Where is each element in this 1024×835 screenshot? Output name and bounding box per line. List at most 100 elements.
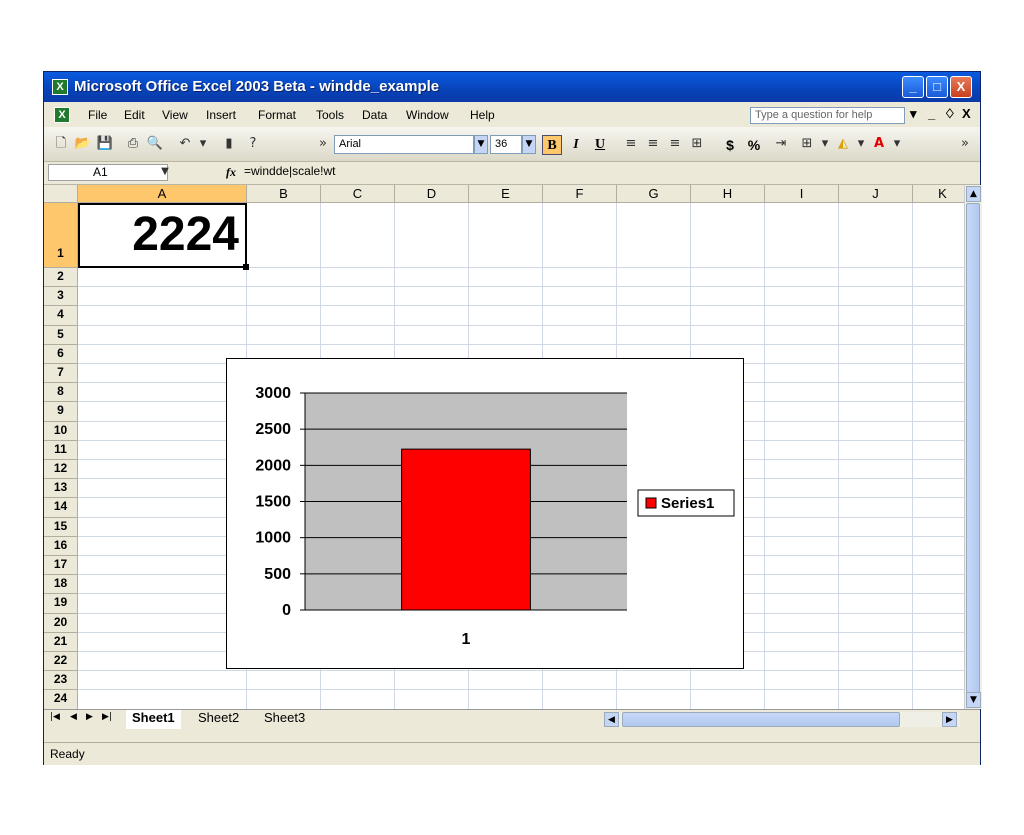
name-box-dropdown-icon[interactable]: ▼ (156, 163, 174, 181)
row-header-22[interactable]: 22 (44, 652, 78, 672)
row-header-9[interactable]: 9 (44, 402, 78, 422)
name-box[interactable]: A1 (48, 164, 168, 181)
embedded-chart[interactable]: 0 500 1000 1500 2000 2500 3000 1 Series1 (226, 358, 744, 669)
column-header-g[interactable]: G (617, 185, 691, 203)
open-folder-icon[interactable]: 📂 (74, 135, 92, 153)
currency-button[interactable]: $ (720, 135, 740, 155)
menu-insert[interactable]: Insert (206, 108, 236, 122)
row-header-18[interactable]: 18 (44, 575, 78, 595)
column-header-c[interactable]: C (321, 185, 395, 203)
fill-color-dropdown-icon[interactable]: ▾ (852, 135, 870, 153)
align-center-icon[interactable]: ≡ (644, 135, 662, 153)
row-header-8[interactable]: 8 (44, 383, 78, 403)
merge-center-icon[interactable]: ⊞ (688, 135, 706, 153)
vertical-scrollbar[interactable]: ▲ ▼ (964, 185, 982, 709)
workbook-icon[interactable]: X (54, 107, 70, 123)
title-bar[interactable]: X Microsoft Office Excel 2003 Beta - win… (44, 72, 980, 102)
row-header-13[interactable]: 13 (44, 479, 78, 499)
menu-help[interactable]: Help (470, 108, 495, 122)
active-cell-a1[interactable]: 2224 (78, 203, 247, 268)
fill-color-icon[interactable]: ◭ (834, 135, 852, 153)
row-header-10[interactable]: 10 (44, 421, 78, 441)
row-header-4[interactable]: 4 (44, 306, 78, 326)
row-header-3[interactable]: 3 (44, 287, 78, 307)
increase-indent-icon[interactable]: ⇥ (772, 135, 790, 153)
close-button[interactable]: X (950, 76, 972, 98)
tab-sheet2[interactable]: Sheet2 (192, 710, 245, 727)
font-size-dropdown-icon[interactable]: ▼ (522, 135, 536, 154)
menu-view[interactable]: View (162, 108, 188, 122)
row-header-16[interactable]: 16 (44, 536, 78, 556)
menu-window[interactable]: Window (406, 108, 449, 122)
menu-format[interactable]: Format (258, 108, 296, 122)
borders-icon[interactable]: ⊞ (798, 135, 816, 153)
underline-button[interactable]: U (590, 135, 610, 155)
help-dropdown-icon[interactable]: ▾ (910, 106, 917, 122)
scroll-left-icon[interactable]: ◀ (604, 712, 619, 727)
row-header-12[interactable]: 12 (44, 460, 78, 480)
menu-data[interactable]: Data (362, 108, 387, 122)
row-header-6[interactable]: 6 (44, 344, 78, 364)
last-sheet-icon[interactable]: ▶| (102, 712, 112, 722)
row-header-19[interactable]: 19 (44, 594, 78, 614)
toolbar-options-icon-2[interactable]: » (956, 135, 974, 153)
italic-button[interactable]: I (566, 135, 586, 155)
new-file-icon[interactable]: 🗋 (52, 135, 70, 153)
fill-handle[interactable] (243, 264, 249, 270)
font-name-field[interactable]: Arial (334, 135, 474, 154)
bold-button[interactable]: B (542, 135, 562, 155)
toolbar-options-icon[interactable]: » (314, 135, 332, 153)
print-icon[interactable]: ⎙ (124, 135, 142, 153)
column-header-i[interactable]: I (765, 185, 839, 203)
borders-dropdown-icon[interactable]: ▾ (816, 135, 834, 153)
undo-dropdown-icon[interactable]: ▾ (194, 135, 212, 153)
print-preview-icon[interactable]: 🔍 (146, 135, 164, 153)
next-sheet-icon[interactable]: ▶ (86, 712, 93, 722)
column-header-h[interactable]: H (691, 185, 765, 203)
align-left-icon[interactable]: ≡ (622, 135, 640, 153)
maximize-button[interactable]: □ (926, 76, 948, 98)
percent-button[interactable]: % (744, 135, 764, 155)
tab-sheet3[interactable]: Sheet3 (258, 710, 311, 727)
row-header-11[interactable]: 11 (44, 440, 78, 460)
help-search-input[interactable]: Type a question for help (750, 107, 905, 124)
row-header-5[interactable]: 5 (44, 325, 78, 345)
vertical-scroll-thumb[interactable] (966, 203, 980, 693)
column-header-a[interactable]: A (78, 185, 247, 203)
excel-icon[interactable]: X (52, 79, 68, 95)
formula-input[interactable]: =windde|scale!wt (244, 164, 336, 178)
row-header-20[interactable]: 20 (44, 613, 78, 633)
doc-restore-button[interactable]: ♢ (944, 106, 956, 122)
undo-icon[interactable]: ↶ (176, 135, 194, 153)
row-header-1[interactable]: 1 (44, 203, 78, 268)
first-sheet-icon[interactable]: |◀ (50, 712, 60, 722)
scroll-right-icon[interactable]: ▶ (942, 712, 957, 727)
doc-minimize-button[interactable]: _ (928, 106, 935, 121)
menu-file[interactable]: File (88, 108, 107, 122)
column-header-d[interactable]: D (395, 185, 469, 203)
menu-tools[interactable]: Tools (316, 108, 344, 122)
column-header-e[interactable]: E (469, 185, 543, 203)
row-header-17[interactable]: 17 (44, 556, 78, 576)
save-icon[interactable]: 💾 (96, 135, 114, 153)
insert-function-icon[interactable]: fx (226, 165, 236, 180)
horizontal-scroll-thumb[interactable] (622, 712, 900, 727)
help-icon[interactable]: ? (244, 135, 262, 153)
row-header-24[interactable]: 24 (44, 690, 78, 709)
horizontal-scrollbar[interactable]: ◀ ▶ (604, 712, 960, 727)
font-color-icon[interactable]: A (870, 135, 888, 153)
font-size-field[interactable]: 36 (490, 135, 522, 154)
row-header-15[interactable]: 15 (44, 517, 78, 537)
scroll-up-icon[interactable]: ▲ (966, 186, 981, 202)
menu-edit[interactable]: Edit (124, 108, 145, 122)
align-right-icon[interactable]: ≡ (666, 135, 684, 153)
column-header-b[interactable]: B (247, 185, 321, 203)
row-header-21[interactable]: 21 (44, 632, 78, 652)
column-header-f[interactable]: F (543, 185, 617, 203)
doc-close-button[interactable]: X (962, 106, 971, 121)
minimize-button[interactable]: _ (902, 76, 924, 98)
select-all-corner[interactable] (44, 185, 78, 203)
chart-wizard-icon[interactable]: ▮ (220, 135, 238, 153)
row-header-14[interactable]: 14 (44, 498, 78, 518)
font-name-dropdown-icon[interactable]: ▼ (474, 135, 488, 154)
